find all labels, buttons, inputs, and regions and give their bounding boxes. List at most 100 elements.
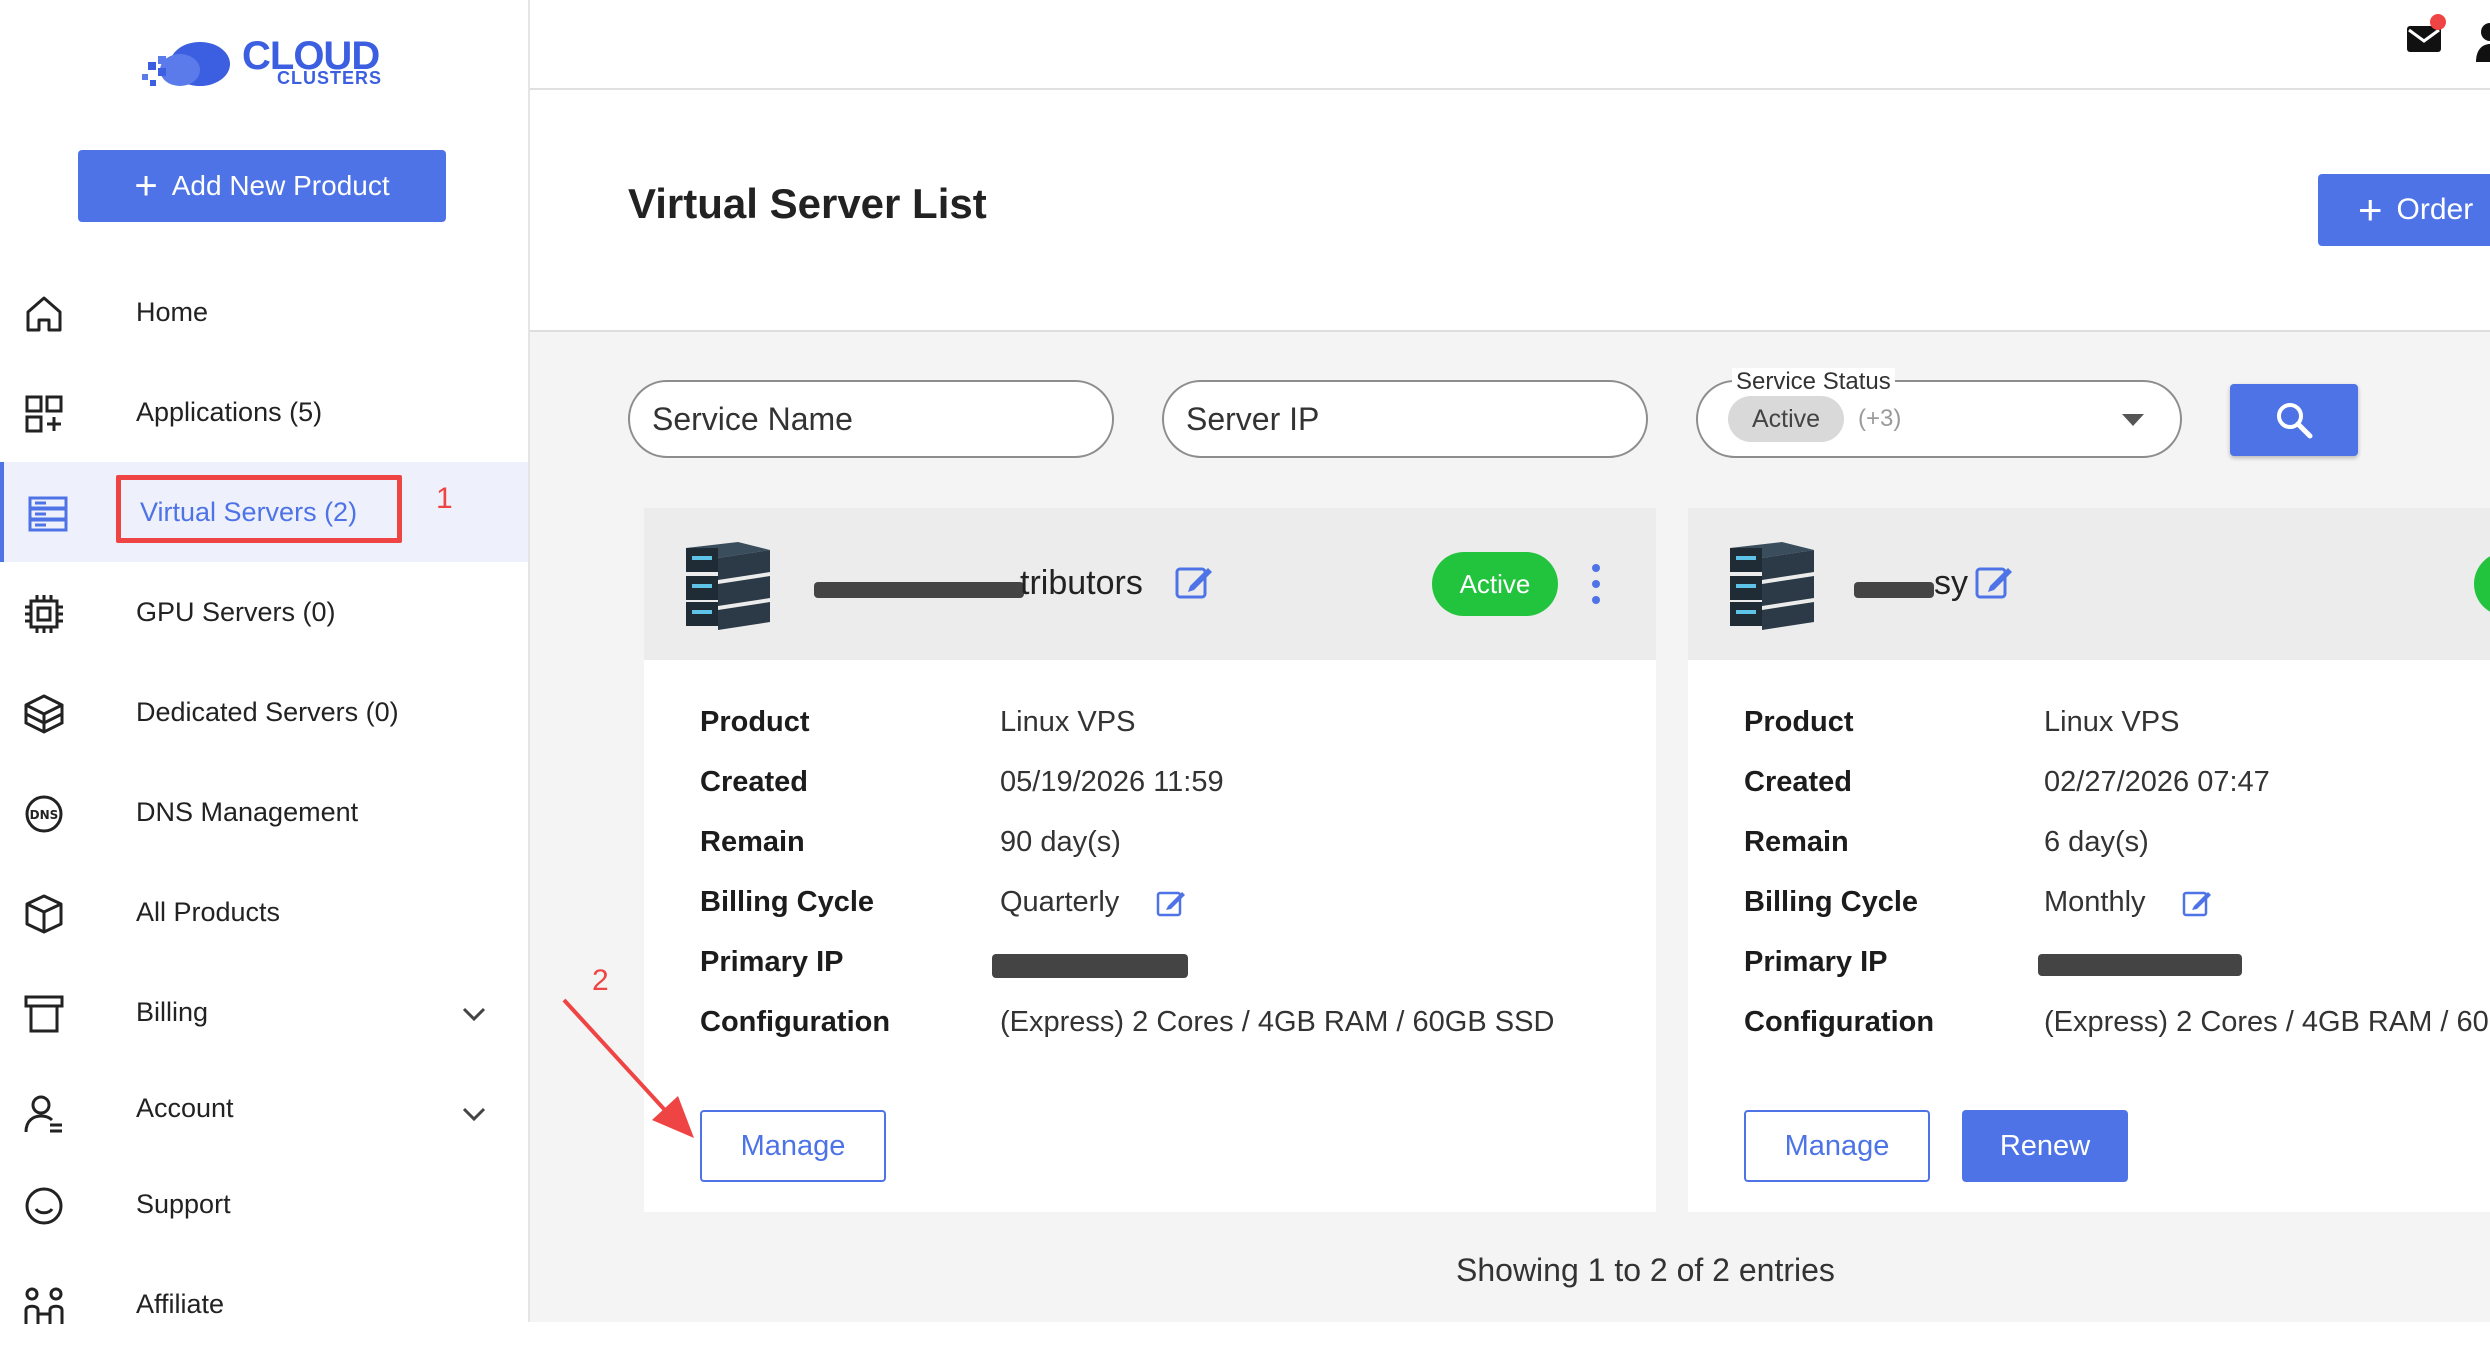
sidebar-nav: Home Applications (5) Virtual Servers (2… [0,262,528,1354]
sidebar-item-label: All Products [136,896,281,927]
manage-button[interactable]: Manage [1744,1110,1930,1182]
cloud-logo-icon [142,42,230,86]
product-label: Product [700,706,810,738]
user-icon[interactable] [2476,18,2490,62]
configuration-label: Configuration [1744,1006,1935,1038]
chevron-down-icon[interactable] [458,998,490,1030]
remain-value: 6 day(s) [2044,826,2149,858]
plus-icon: + [134,164,158,208]
pagination-info: Showing 1 to 2 of 2 entries [1456,1252,1835,1288]
server-card: sy Product Linux VPS Created 02/27/2026 … [1688,508,2490,1212]
sidebar-item-label: Home [136,296,209,327]
sidebar-item-label: DNS Management [136,796,359,827]
status-badge [2474,552,2490,616]
primary-ip-label: Primary IP [1744,946,1888,978]
vps-server-icon [686,542,770,630]
notification-dot [2430,14,2446,30]
server-card-header: tributors Active [644,508,1656,660]
sidebar-item-all-products[interactable]: All Products [0,862,528,962]
dns-globe-icon: DNS [25,795,63,833]
apps-grid-icon [25,395,63,433]
sidebar-item-dns-management[interactable]: DNS DNS Management [0,762,528,862]
search-icon [2277,403,2313,439]
add-new-product-label: Add New Product [171,170,390,201]
dropdown-caret-icon[interactable] [2122,414,2144,426]
server-rack-icon [28,496,68,532]
renew-button[interactable]: Renew [1962,1110,2128,1182]
annotation-step-1: 1 [436,482,453,515]
configuration-value: (Express) 2 Cores / 4GB RAM / 60GB SSD [1000,1006,1555,1038]
remain-label: Remain [700,826,805,858]
sidebar-item-label: Account [136,1092,234,1123]
sidebar-item-affiliate[interactable]: Affiliate [0,1254,528,1354]
sidebar-item-label: Support [136,1188,231,1219]
redacted-name [1854,582,1934,598]
edit-icon[interactable] [1174,562,1214,602]
svg-text:DNS: DNS [30,808,59,822]
billing-cycle-value: Monthly [2044,886,2146,918]
service-status-label: Service Status [1732,368,1895,396]
product-label: Product [1744,706,1854,738]
billing-cycle-label: Billing Cycle [700,886,875,918]
annotation-arrow-icon [562,998,694,1138]
sidebar-item-support[interactable]: Support [0,1154,528,1254]
status-more-count: (+3) [1858,405,1902,432]
edit-icon[interactable] [1974,562,2014,602]
sidebar-item-home[interactable]: Home [0,262,528,362]
status-chip-active[interactable]: Active [1728,396,1845,442]
box-icon [25,894,63,934]
redacted-name [814,582,1024,598]
chevron-down-icon[interactable] [458,1098,490,1130]
top-bar [530,0,2490,90]
server-ip-input[interactable] [1162,380,1648,458]
primary-ip-label: Primary IP [700,946,844,978]
page-title: Virtual Server List [628,180,987,227]
configuration-value: (Express) 2 Cores / 4GB RAM / 60GB SSD [2044,1006,2490,1038]
add-new-product-button[interactable]: + Add New Product [78,150,446,222]
manage-button[interactable]: Manage [700,1110,886,1182]
order-button[interactable]: + Order [2318,174,2490,246]
remain-label: Remain [1744,826,1849,858]
sidebar-item-label: Affiliate [136,1288,225,1319]
status-badge: Active [1432,552,1558,616]
server-card: tributors Active Product Linux VPS Creat… [644,508,1656,1212]
remain-value: 90 day(s) [1000,826,1121,858]
configuration-label: Configuration [700,1006,891,1038]
brand-subname: CLUSTERS [277,68,383,88]
sidebar-item-billing[interactable]: Billing [0,962,528,1062]
server-name: tributors [1020,564,1143,602]
cube-stack-icon [24,694,64,734]
edit-billing-icon[interactable] [1156,888,1186,918]
brand-logo[interactable]: CLOUD CLUSTERS [142,30,382,92]
sidebar-item-applications[interactable]: Applications (5) [0,362,528,462]
order-button-label: Order [2396,193,2474,226]
billing-cycle-label: Billing Cycle [1744,886,1919,918]
sidebar-item-label: Billing [136,996,209,1027]
created-value: 02/27/2026 07:47 [2044,766,2270,798]
sidebar-item-label: Dedicated Servers (0) [136,696,399,727]
sidebar-item-dedicated-servers[interactable]: Dedicated Servers (0) [0,662,528,762]
created-value: 05/19/2026 11:59 [1000,766,1224,798]
plus-icon: + [2358,186,2383,233]
created-label: Created [700,766,808,798]
sidebar-item-gpu-servers[interactable]: GPU Servers (0) [0,562,528,662]
affiliate-icon [24,1287,64,1324]
billing-cycle-value: Quarterly [1000,886,1120,918]
sidebar-item-label: GPU Servers (0) [136,596,336,627]
more-vertical-icon[interactable] [1590,560,1602,608]
sidebar: CLOUD CLUSTERS + Add New Product Home Ap… [0,0,530,1324]
edit-billing-icon[interactable] [2182,888,2212,918]
redacted-ip [992,954,1188,978]
support-icon [25,1187,63,1225]
created-label: Created [1744,766,1852,798]
service-name-input[interactable] [628,380,1114,458]
sidebar-item-account[interactable]: Account [0,1062,528,1154]
sidebar-item-label: Applications (5) [136,396,323,427]
home-icon [26,296,62,332]
product-value: Linux VPS [2044,706,2180,738]
account-icon [24,1095,62,1133]
chip-icon [25,595,63,633]
annotation-highlight-box [116,475,402,543]
search-button[interactable] [2230,384,2358,456]
redacted-ip [2038,954,2242,976]
